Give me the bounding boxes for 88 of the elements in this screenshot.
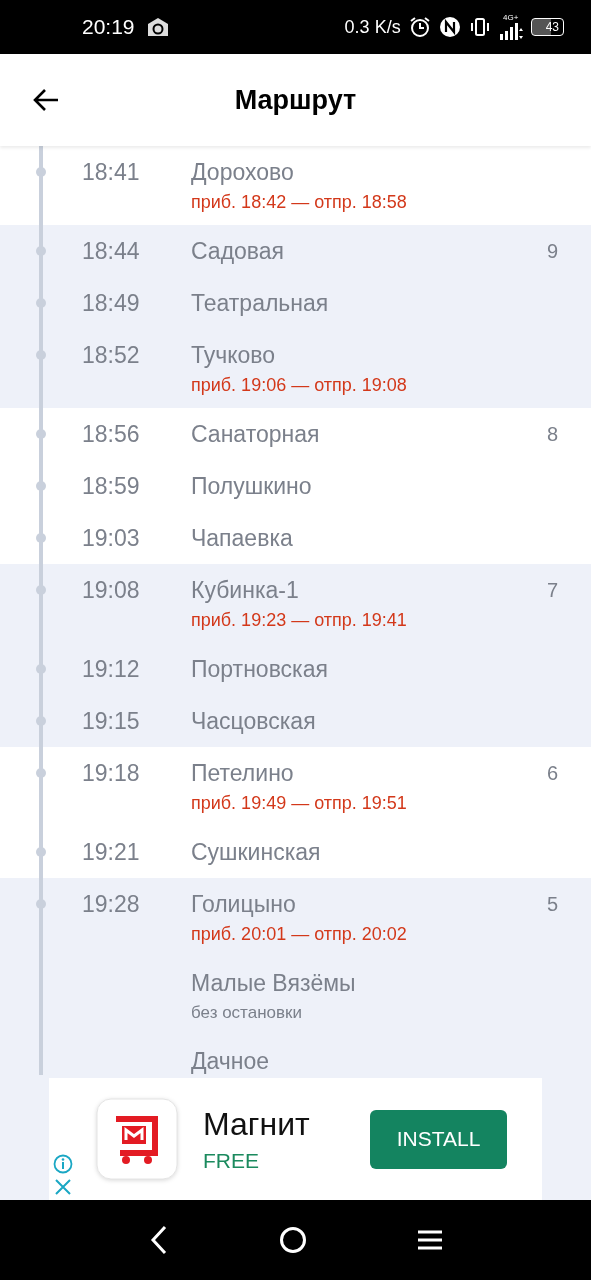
network-speed: 0.3 K/s bbox=[344, 16, 401, 38]
route-stop-row[interactable]: 19:03 Чапаевка bbox=[0, 512, 591, 564]
stop-note: приб. 19:23 — отпр. 19:41 bbox=[191, 610, 408, 631]
stop-time: 18:49 bbox=[82, 290, 140, 316]
route-stop-row[interactable]: 18:59 Полушкино bbox=[0, 460, 591, 512]
stop-dot-icon bbox=[36, 899, 46, 909]
station-name: Тучково bbox=[191, 342, 277, 369]
stop-time: 18:44 bbox=[82, 238, 140, 264]
stop-dot-icon bbox=[36, 246, 46, 256]
network-type: 4G+ bbox=[502, 14, 519, 22]
stop-note: приб. 18:42 — отпр. 18:58 bbox=[191, 192, 408, 213]
station-name: Садовая bbox=[191, 238, 286, 265]
route-stop-row[interactable]: 18:49 Театральная bbox=[0, 277, 591, 329]
stop-time: 19:28 bbox=[82, 891, 140, 917]
stop-time: 19:03 bbox=[82, 525, 140, 551]
route-stop-row[interactable]: 18:41 Дорохово приб. 18:42 — отпр. 18:58 bbox=[0, 146, 591, 225]
zone-number: 5 bbox=[547, 893, 559, 915]
alarm-icon bbox=[408, 16, 431, 38]
nfc-icon bbox=[438, 16, 461, 38]
route-stop-row[interactable]: 19:15 Часцовская bbox=[0, 695, 591, 747]
stop-time: 19:15 bbox=[82, 708, 140, 734]
stop-time: 19:12 bbox=[82, 656, 140, 682]
route-stop-row[interactable]: 18:56 Санаторная 8 bbox=[0, 408, 591, 460]
notification-icon bbox=[146, 17, 169, 37]
app-icon bbox=[96, 1098, 178, 1180]
stop-dot-icon bbox=[36, 533, 46, 543]
app-name: Магнит bbox=[203, 1105, 311, 1143]
stop-time: 18:52 bbox=[82, 342, 140, 368]
stop-dot-icon bbox=[36, 429, 46, 439]
station-name: Часцовская bbox=[191, 708, 317, 735]
stop-dot-icon bbox=[36, 664, 46, 674]
stop-dot-icon bbox=[36, 716, 46, 726]
stop-dot-icon bbox=[36, 768, 46, 778]
back-icon[interactable] bbox=[148, 1225, 169, 1255]
stop-dot-icon bbox=[36, 167, 46, 177]
stop-note: приб. 19:49 — отпр. 19:51 bbox=[191, 793, 408, 814]
route-stop-row[interactable]: 19:08 Кубинка-1 приб. 19:23 — отпр. 19:41 7 bbox=[0, 564, 591, 643]
stop-dot-icon bbox=[36, 585, 46, 595]
stop-dot-icon bbox=[36, 350, 46, 360]
station-name: Дорохово bbox=[191, 159, 295, 186]
station-name: Театральная bbox=[191, 290, 330, 317]
install-button[interactable]: INSTALL bbox=[370, 1109, 507, 1169]
stop-time: 19:08 bbox=[82, 577, 140, 603]
stop-note: приб. 19:06 — отпр. 19:08 bbox=[191, 375, 408, 396]
zone-number: 7 bbox=[547, 579, 559, 601]
route-stop-row[interactable]: 19:21 Сушкинская bbox=[0, 826, 591, 878]
station-name: Петелино bbox=[191, 760, 295, 787]
route-stop-row[interactable]: Дачное bbox=[0, 1035, 591, 1075]
zone-number: 8 bbox=[547, 423, 559, 445]
stop-time: 18:56 bbox=[82, 421, 140, 447]
stop-time: 18:41 bbox=[82, 159, 140, 185]
app-price: FREE bbox=[203, 1148, 260, 1173]
stop-dot-icon bbox=[36, 298, 46, 308]
station-name: Сушкинская bbox=[191, 839, 322, 866]
stop-note: приб. 20:01 — отпр. 20:02 bbox=[191, 924, 408, 945]
station-name: Кубинка-1 bbox=[191, 577, 300, 604]
back-arrow-icon bbox=[32, 88, 60, 112]
stop-dot-icon bbox=[36, 847, 46, 857]
station-name: Чапаевка bbox=[191, 525, 294, 552]
route-stop-row[interactable]: 19:12 Портновская bbox=[0, 643, 591, 695]
station-name: Полушкино bbox=[191, 473, 313, 500]
route-stop-row[interactable]: 18:44 Садовая 9 bbox=[0, 225, 591, 277]
station-name: Голицыно bbox=[191, 891, 297, 918]
menu-icon[interactable] bbox=[416, 1229, 443, 1251]
zone-number: 9 bbox=[547, 240, 559, 262]
close-icon[interactable] bbox=[54, 1178, 72, 1196]
route-stop-row[interactable]: 19:28 Голицыно приб. 20:01 — отпр. 20:02 5 bbox=[0, 878, 591, 957]
route-stop-row[interactable]: Малые Вязёмы без остановки bbox=[0, 957, 591, 1035]
clock-time: 20:19 bbox=[82, 15, 135, 39]
station-name: Портновская bbox=[191, 656, 329, 683]
stop-time: 19:21 bbox=[82, 839, 140, 865]
home-icon[interactable] bbox=[278, 1226, 307, 1254]
stop-dot-icon bbox=[36, 481, 46, 491]
ad-banner[interactable]: Магнит FREE INSTALL bbox=[49, 1078, 542, 1200]
station-name: Дачное bbox=[191, 1048, 271, 1075]
screen-title: Маршрут bbox=[234, 84, 357, 116]
station-name: Санаторная bbox=[191, 421, 321, 448]
battery-indicator: 43 bbox=[530, 18, 564, 36]
info-icon[interactable] bbox=[53, 1154, 73, 1174]
stop-note: без остановки bbox=[191, 1003, 303, 1023]
stop-time: 18:59 bbox=[82, 473, 140, 499]
vibrate-icon bbox=[468, 16, 491, 38]
station-name: Малые Вязёмы bbox=[191, 970, 357, 997]
route-stop-row[interactable]: 18:52 Тучково приб. 19:06 — отпр. 19:08 bbox=[0, 329, 591, 408]
route-stop-row[interactable]: 19:18 Петелино приб. 19:49 — отпр. 19:51 6 bbox=[0, 747, 591, 826]
zone-number: 6 bbox=[547, 762, 559, 784]
signal-icon bbox=[498, 22, 523, 40]
stop-time: 19:18 bbox=[82, 760, 140, 786]
